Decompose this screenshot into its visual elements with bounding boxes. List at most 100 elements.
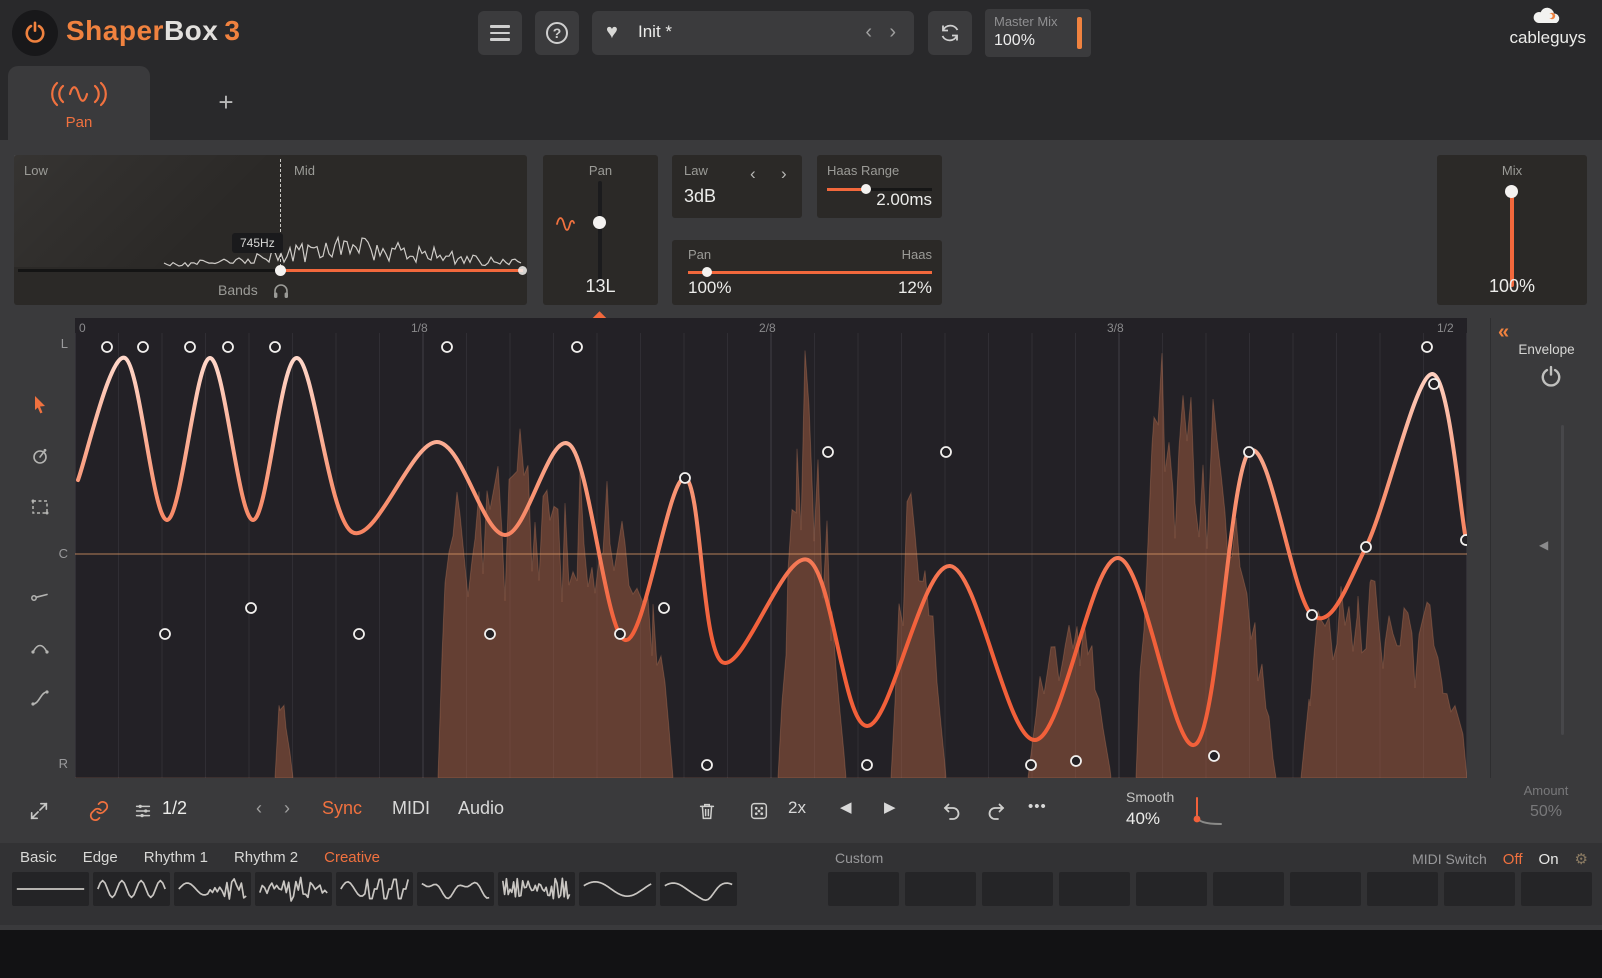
curve-point[interactable] [354, 629, 364, 639]
shift-left-button[interactable]: ◀ [840, 798, 852, 816]
curve-point[interactable] [702, 760, 712, 770]
custom-slot[interactable] [1444, 872, 1515, 906]
custom-slot[interactable] [828, 872, 899, 906]
band-display[interactable]: Low Mid 745Hz Bands [14, 155, 527, 305]
law-next-button[interactable]: › [775, 163, 793, 185]
curve-point[interactable] [823, 447, 833, 457]
curve-point[interactable] [1307, 610, 1317, 620]
curve-point[interactable] [1071, 756, 1081, 766]
wave-preset-flat[interactable] [12, 872, 89, 906]
curve-point[interactable] [138, 342, 148, 352]
headphones-icon[interactable] [272, 281, 290, 299]
curve-point[interactable] [1422, 342, 1432, 352]
power-button[interactable] [12, 10, 58, 56]
preset-tab-creative[interactable]: Creative [324, 849, 380, 866]
expand-editor-button[interactable] [18, 790, 60, 832]
undo-button[interactable] [930, 790, 972, 832]
line-tool[interactable] [16, 574, 64, 618]
curve-point[interactable] [941, 447, 951, 457]
curve-point[interactable] [270, 342, 280, 352]
curve-point[interactable] [862, 760, 872, 770]
preset-next-button[interactable]: › [883, 20, 902, 45]
envelope-amount-track[interactable] [1561, 425, 1564, 735]
smooth-curve-icon[interactable] [1185, 788, 1231, 834]
envelope-power-button[interactable] [1532, 362, 1562, 392]
curve-point[interactable] [572, 342, 582, 352]
mix-slider-knob[interactable] [1505, 185, 1518, 198]
shift-right-button[interactable]: ▶ [884, 798, 896, 816]
curve-point[interactable] [1461, 535, 1467, 545]
wave-preset-sine[interactable] [93, 872, 170, 906]
pan-slider-track[interactable] [598, 181, 602, 287]
curve-point[interactable] [1209, 751, 1219, 761]
midi-switch-off[interactable]: Off [1503, 851, 1523, 868]
curve-point[interactable] [659, 603, 669, 613]
custom-slot[interactable] [1213, 872, 1284, 906]
preset-tab-rhythm-2[interactable]: Rhythm 2 [234, 849, 298, 866]
link-waves-button[interactable] [78, 790, 120, 832]
master-mix-slider[interactable] [1077, 17, 1082, 49]
wave-preset-waves-dip[interactable] [660, 872, 737, 906]
length-prev-button[interactable]: ‹ [256, 798, 262, 819]
envelope-arrow-icon[interactable]: ◀ [1539, 538, 1548, 552]
favorite-icon[interactable]: ♥ [606, 21, 618, 44]
wave-preset-noise-dense[interactable] [498, 872, 575, 906]
help-button[interactable]: ? [535, 11, 579, 55]
randomize-button[interactable] [738, 790, 780, 832]
curve-point[interactable] [223, 342, 233, 352]
pan-slider-knob[interactable] [593, 216, 606, 229]
curve-point[interactable] [485, 629, 495, 639]
smooth-value[interactable]: 40% [1126, 809, 1160, 829]
haas-range-knob[interactable] [861, 184, 871, 194]
add-shaper-button[interactable]: + [208, 84, 244, 120]
custom-slot[interactable] [905, 872, 976, 906]
curve-point[interactable] [1429, 379, 1439, 389]
ab-compare-button[interactable] [928, 11, 972, 55]
preset-tab-basic[interactable]: Basic [20, 849, 57, 866]
wave-preset-sine-noise[interactable] [174, 872, 251, 906]
preset-prev-button[interactable]: ‹ [859, 20, 878, 45]
master-mix-control[interactable]: Master Mix 100% [985, 9, 1091, 57]
curve-tool[interactable] [16, 625, 64, 669]
pan-haas-knob[interactable] [702, 267, 712, 277]
menu-button[interactable] [478, 11, 522, 55]
law-prev-button[interactable]: ‹ [744, 163, 762, 185]
pan-haas-track[interactable] [688, 271, 932, 274]
wave-preset-sine-spike[interactable] [336, 872, 413, 906]
custom-slot[interactable] [1290, 872, 1361, 906]
more-options-button[interactable]: ••• [1028, 798, 1047, 815]
pointer-tool[interactable] [16, 383, 64, 427]
curve-point[interactable] [1244, 447, 1254, 457]
curve-point[interactable] [185, 342, 195, 352]
curve-point[interactable] [246, 603, 256, 613]
curve-point[interactable] [102, 342, 112, 352]
wave-preset-noise-mound[interactable] [255, 872, 332, 906]
delete-wave-button[interactable] [686, 790, 728, 832]
preset-tab-edge[interactable]: Edge [83, 849, 118, 866]
curve-point[interactable] [160, 629, 170, 639]
custom-slot[interactable] [1136, 872, 1207, 906]
s-curve-tool[interactable] [16, 676, 64, 720]
preset-selector[interactable]: ♥ Init * ‹ › [592, 11, 914, 55]
lfo-graph[interactable] [75, 333, 1467, 778]
preset-tab-rhythm-1[interactable]: Rhythm 1 [144, 849, 208, 866]
crossover-handle[interactable] [275, 265, 286, 276]
crossover-handle-right[interactable] [518, 266, 527, 275]
gear-icon[interactable]: ⚙ [1575, 850, 1588, 868]
wave-preset-waves-smooth[interactable] [579, 872, 656, 906]
draw-tool[interactable] [16, 434, 64, 478]
loop-length-value[interactable]: 1/2 [162, 798, 187, 819]
curve-point[interactable] [615, 629, 625, 639]
custom-slot[interactable] [982, 872, 1053, 906]
sync-mode-button[interactable]: Sync [322, 798, 362, 819]
custom-slot[interactable] [1521, 872, 1592, 906]
custom-slot[interactable] [1367, 872, 1438, 906]
select-tool[interactable] [16, 485, 64, 529]
double-wave-button[interactable]: 2x [788, 798, 806, 818]
curve-point[interactable] [1361, 542, 1371, 552]
custom-slot[interactable] [1059, 872, 1130, 906]
tab-pan[interactable]: Pan [8, 66, 150, 140]
length-next-button[interactable]: › [284, 798, 290, 819]
wave-preset-waves-irregular[interactable] [417, 872, 494, 906]
curve-point[interactable] [1026, 760, 1036, 770]
